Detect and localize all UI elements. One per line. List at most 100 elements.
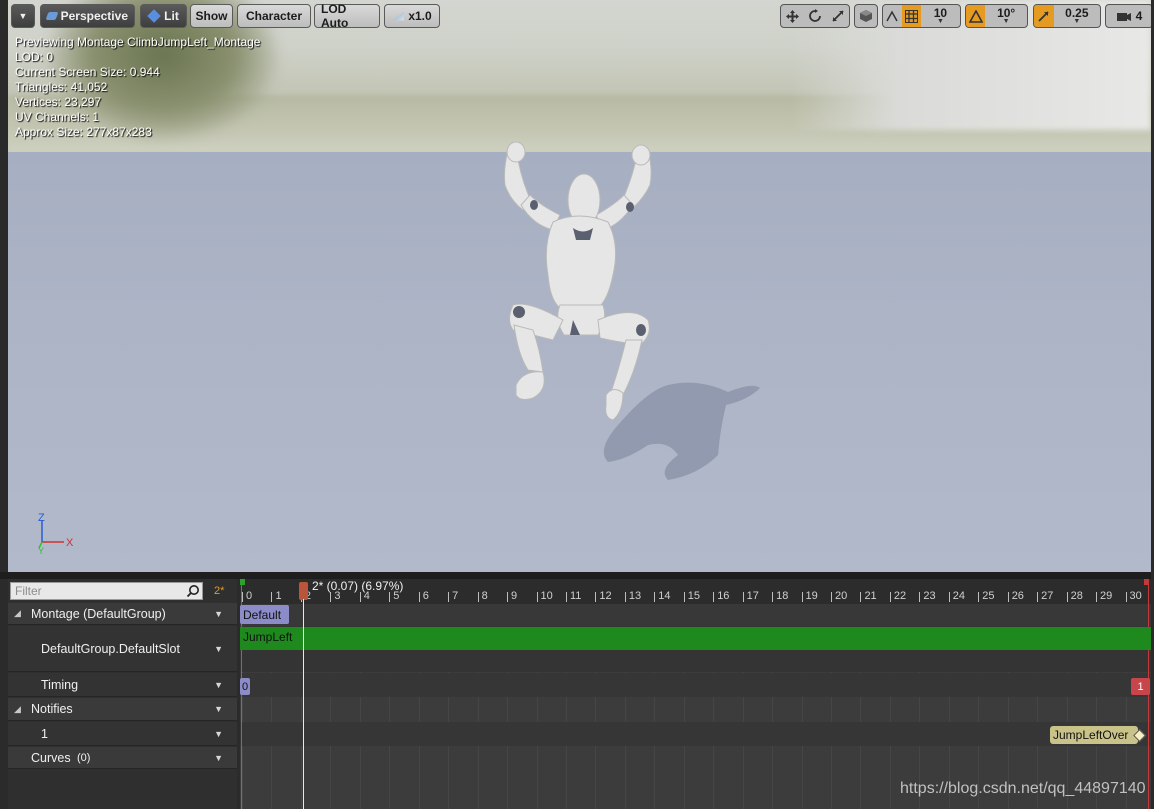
timing-marker-start[interactable]: 0 [240, 678, 250, 695]
ruler-tick-mark [359, 592, 361, 602]
ruler-tick-label: 16 [717, 590, 730, 602]
lit-button[interactable]: Lit [140, 4, 187, 28]
ruler-tick-mark [654, 592, 656, 602]
chevron-down-icon[interactable]: ▼ [214, 609, 223, 619]
grid-snap-value-dropdown[interactable]: 10 ▼ [921, 5, 960, 27]
chevron-down-icon: ▼ [1073, 17, 1081, 25]
speed-icon [392, 11, 405, 21]
scale-snap-value: 0.25 [1065, 5, 1089, 20]
slot-row[interactable]: DefaultGroup.DefaultSlot ▼ [8, 626, 237, 672]
ruler-tick-mark [713, 592, 715, 602]
ruler-tick-label: 8 [481, 590, 488, 602]
collapse-arrow-icon[interactable]: ◢ [14, 704, 21, 715]
scrub-handle[interactable] [299, 582, 308, 600]
timeline-ruler[interactable]: 0123456789101112131415161718192021222324… [240, 579, 1151, 604]
ruler-tick-label: 0 [246, 590, 253, 602]
perspective-button[interactable]: Perspective [40, 4, 135, 28]
ruler-tick-label: 25 [982, 590, 995, 602]
scrub-position-label: 2* (0.07) (6.97%) [312, 579, 404, 593]
notify-track-label: 1 [41, 726, 48, 741]
timing-row[interactable]: Timing ▼ [8, 673, 237, 697]
grid-snap-toggle-icon[interactable] [901, 5, 921, 27]
character-button[interactable]: Character [237, 4, 311, 28]
grid-snap-group: 10 ▼ [882, 4, 961, 28]
timing-marker-end[interactable]: 1 [1131, 678, 1150, 695]
curves-label: Curves [31, 750, 71, 765]
chevron-down-icon[interactable]: ▼ [214, 680, 223, 690]
ruler-tick-mark [595, 592, 597, 602]
section-lane [240, 604, 1151, 626]
camera-speed-group: 4 [1105, 4, 1151, 28]
approx-size-text: Approx Size: 277x87x283 [15, 125, 152, 139]
axis-z-label: Z [38, 512, 45, 524]
camera-speed-dropdown[interactable]: 4 [1106, 5, 1151, 27]
chevron-down-icon[interactable]: ▼ [214, 704, 223, 714]
character-label: Character [245, 9, 303, 23]
collapse-arrow-icon[interactable]: ◢ [14, 608, 21, 619]
scale-snap-value-dropdown[interactable]: 0.25 ▼ [1054, 5, 1100, 27]
axis-gizmo: Z X Y [38, 512, 74, 555]
ruler-tick-label: 28 [1070, 590, 1083, 602]
chevron-down-icon[interactable]: ▼ [214, 644, 223, 654]
montage-timeline[interactable]: 0123456789101112131415161718192021222324… [240, 579, 1151, 809]
uv-channels-text: UV Channels: 1 [15, 110, 100, 124]
section-label: Default [243, 607, 282, 622]
surface-snap-icon[interactable] [883, 5, 902, 27]
scale-snap-toggle-icon[interactable] [1034, 5, 1054, 27]
search-icon[interactable] [186, 584, 200, 598]
notify-jumpleftover[interactable]: JumpLeftOver [1050, 726, 1138, 744]
ruler-tick-label: 23 [923, 590, 936, 602]
ruler-tick-label: 10 [540, 590, 553, 602]
perspective-label: Perspective [60, 9, 128, 23]
timing-label: Timing [41, 677, 79, 692]
lit-cube-icon [147, 9, 161, 23]
panel-divider [0, 572, 1154, 579]
ruler-tick-mark [801, 592, 803, 602]
ruler-tick-mark [330, 592, 332, 602]
notify-lane [240, 722, 1151, 746]
ruler-tick-label: 7 [452, 590, 459, 602]
speed-label: x1.0 [408, 9, 432, 23]
ruler-tick-label: 9 [511, 590, 518, 602]
montage-group-label: Montage (DefaultGroup) [31, 606, 166, 621]
lod-text: LOD: 0 [15, 50, 54, 64]
curves-count: (0) [77, 751, 91, 764]
slot-label: DefaultGroup.DefaultSlot [41, 641, 180, 656]
ruler-tick-label: 22 [893, 590, 907, 602]
viewport-toolbar: ▼ Perspective Lit Show Character LOD Aut… [11, 2, 1151, 30]
axis-x-label: X [66, 537, 74, 549]
ruler-tick-mark [536, 592, 538, 602]
rotation-snap-value-dropdown[interactable]: 10° ▼ [985, 5, 1027, 27]
ruler-tick-mark [772, 592, 774, 602]
ruler-tick-label: 6 [422, 590, 429, 602]
playback-speed-button[interactable]: x1.0 [384, 4, 440, 28]
show-button[interactable]: Show [190, 4, 233, 28]
local-space-cube-icon[interactable] [855, 5, 877, 27]
notify-track-row[interactable]: 1 ▼ [8, 722, 237, 746]
ruler-tick-mark [448, 592, 450, 602]
section-default[interactable]: Default [240, 605, 289, 624]
scale-icon[interactable] [826, 5, 849, 27]
filter-input[interactable]: Filter [10, 582, 203, 600]
chevron-down-icon[interactable]: ▼ [214, 753, 223, 763]
chevron-down-icon: ▼ [936, 17, 944, 25]
ruler-tick-mark [271, 592, 273, 602]
rotation-snap-toggle-icon[interactable] [966, 5, 986, 27]
scrub-line [303, 599, 304, 809]
curves-row[interactable]: Curves (0) ▼ [8, 747, 237, 769]
segment-label: JumpLeft [243, 630, 293, 644]
viewport[interactable]: Previewing Montage ClimbJumpLeft_Montage… [8, 0, 1151, 572]
character-shadow [603, 382, 760, 480]
translate-icon[interactable] [781, 5, 804, 27]
ruler-tick-mark [831, 592, 832, 602]
lod-button[interactable]: LOD Auto [314, 2, 380, 30]
montage-group-row[interactable]: ◢ Montage (DefaultGroup) ▼ [8, 603, 237, 625]
ruler-tick-mark [889, 592, 891, 602]
ruler-tick-label: 27 [1041, 590, 1054, 602]
viewport-options-button[interactable]: ▼ [11, 4, 35, 28]
rotate-icon[interactable] [804, 5, 827, 27]
chevron-down-icon[interactable]: ▼ [214, 729, 223, 739]
segment-jumpleft[interactable]: JumpLeft [240, 627, 1151, 650]
ruler-tick-label: 20 [835, 590, 848, 602]
notifies-group-row[interactable]: ◢ Notifies ▼ [8, 698, 237, 721]
